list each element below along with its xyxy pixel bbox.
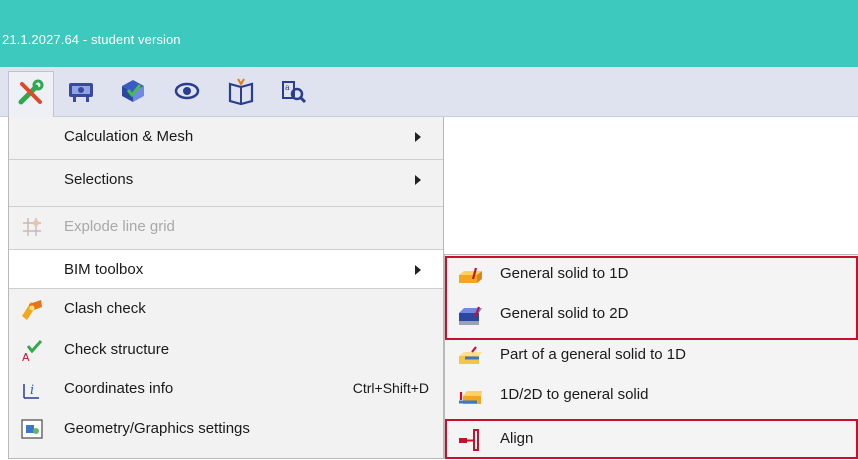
menu-item-label: Calculation & Mesh <box>64 128 194 145</box>
submenu-arrow-icon <box>415 175 421 185</box>
window-title: 21.1.2027.64 - student version <box>2 32 181 47</box>
classroom-icon <box>66 76 96 109</box>
submenu-item-to-general-solid[interactable]: 1D/2D to general solid <box>445 376 858 416</box>
search-doc-button[interactable]: a <box>270 71 316 113</box>
menu-item-bim-toolbox[interactable]: BIM toolbox <box>9 249 443 289</box>
align-icon <box>457 428 483 452</box>
main-dropdown-menu: Calculation & Mesh Selections Explode li… <box>8 117 444 459</box>
view-button[interactable] <box>164 71 210 113</box>
svg-text:i: i <box>30 383 34 398</box>
check-structure-icon: A <box>19 337 45 364</box>
submenu-item-align[interactable]: Align <box>445 420 858 460</box>
submenu-item-label: 1D/2D to general solid <box>500 386 649 403</box>
svg-text:a: a <box>285 83 290 92</box>
menu-item-calculation-mesh[interactable]: Calculation & Mesh <box>9 117 443 157</box>
shortcut-text: Ctrl+Shift+D <box>352 380 429 396</box>
menu-item-label: Explode line grid <box>64 218 175 235</box>
coordinates-icon: i <box>19 376 45 402</box>
svg-text:A: A <box>22 351 30 363</box>
book-button[interactable] <box>218 71 264 113</box>
menu-item-explode-line-grid: Explode line grid <box>9 206 443 246</box>
menu-item-coordinates-info[interactable]: i Coordinates info Ctrl+Shift+D <box>9 369 443 409</box>
menu-item-clash-check[interactable]: Clash check <box>9 289 443 329</box>
grid-explode-icon <box>19 214 45 240</box>
menu-item-selections[interactable]: Selections <box>9 159 443 199</box>
check-model-icon <box>118 76 148 109</box>
menu-item-label: Geometry/Graphics settings <box>64 420 250 437</box>
to-general-solid-icon <box>457 384 483 408</box>
menu-item-label: BIM toolbox <box>64 261 144 278</box>
tools-icon <box>16 78 46 111</box>
submenu-item-solid-to-1d[interactable]: General solid to 1D <box>445 255 858 295</box>
menu-item-label: Selections <box>64 171 134 188</box>
submenu-arrow-icon <box>415 265 421 275</box>
bim-toolbox-submenu: General solid to 1D General solid to 2D … <box>444 254 858 459</box>
tools-button[interactable] <box>8 71 54 117</box>
submenu-item-label: General solid to 2D <box>500 305 629 322</box>
menu-item-label: Coordinates info <box>64 380 174 397</box>
settings-icon <box>19 416 45 442</box>
open-book-icon <box>226 76 256 109</box>
title-bar: 21.1.2027.64 - student version <box>0 0 858 67</box>
classroom-button[interactable] <box>58 71 104 113</box>
menu-item-label: Check structure <box>64 341 170 358</box>
solid-to-1d-icon <box>457 263 483 287</box>
submenu-arrow-icon <box>415 132 421 142</box>
clash-icon <box>19 296 45 322</box>
menu-item-geometry-graphics-settings[interactable]: Geometry/Graphics settings <box>9 409 443 449</box>
part-solid-to-1d-icon <box>457 344 483 368</box>
solid-to-2d-icon <box>457 303 483 327</box>
submenu-item-solid-to-2d[interactable]: General solid to 2D <box>445 295 858 335</box>
submenu-item-label: General solid to 1D <box>500 265 629 282</box>
toolbar: a <box>0 67 858 117</box>
submenu-item-label: Part of a general solid to 1D <box>500 346 686 363</box>
submenu-item-label: Align <box>500 430 534 447</box>
eye-icon <box>172 76 202 109</box>
menu-item-check-structure[interactable]: A Check structure <box>9 330 443 370</box>
menu-item-label: Clash check <box>64 300 146 317</box>
submenu-item-part-solid-to-1d[interactable]: Part of a general solid to 1D <box>445 336 858 376</box>
search-doc-icon: a <box>278 76 308 109</box>
check-model-button[interactable] <box>110 71 156 113</box>
